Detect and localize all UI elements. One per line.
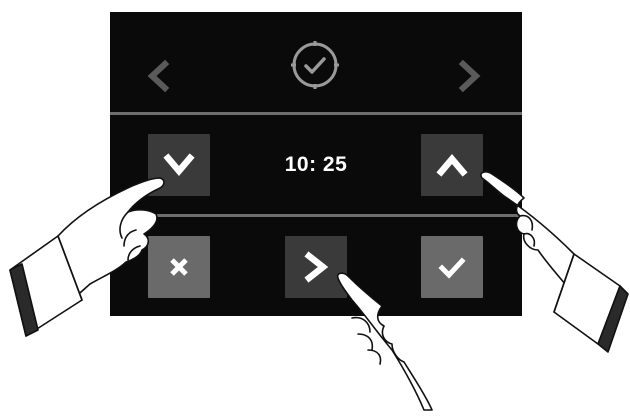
pointing-hands-illustration (9, 171, 629, 411)
